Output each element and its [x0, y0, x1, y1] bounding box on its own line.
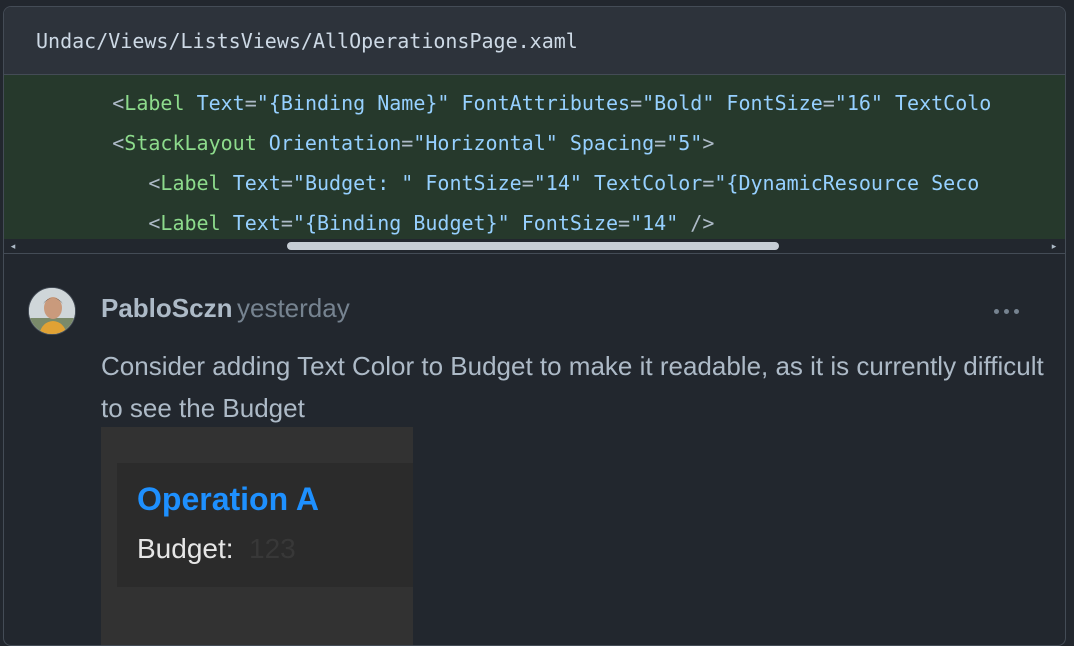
- kebab-horizontal-icon[interactable]: [986, 301, 1026, 321]
- budget-label: Budget:: [137, 533, 234, 564]
- avatar-image: [29, 288, 75, 334]
- code-attr-name: FontAttributes: [461, 91, 631, 115]
- comment-body: Consider adding Text Color to Budget to …: [101, 351, 1044, 423]
- code-tag: Label: [160, 171, 221, 195]
- comment-author[interactable]: PabloSczn: [101, 293, 232, 324]
- code-tag: Label: [160, 211, 221, 235]
- code-review-thread: Undac/Views/ListsViews/AllOperationsPage…: [3, 6, 1066, 646]
- code-punct: =: [521, 171, 534, 195]
- code-attr-value: "{Binding Name}": [256, 91, 450, 115]
- code-punct: <: [40, 211, 161, 235]
- operation-title: Operation A: [137, 481, 319, 517]
- code-attr-value: "14": [533, 171, 582, 195]
- code-snippet: <Label Text="{Binding Name}" FontAttribu…: [4, 75, 1065, 239]
- code-attr-name: Text: [196, 91, 245, 115]
- file-header: Undac/Views/ListsViews/AllOperationsPage…: [4, 7, 1065, 75]
- code-attr-name: FontSize: [425, 171, 522, 195]
- code-attr-name: TextColo: [895, 91, 992, 115]
- budget-value: 123: [249, 533, 296, 564]
- code-punct: <: [40, 171, 161, 195]
- horizontal-scrollbar[interactable]: ◂ ▸: [4, 239, 1065, 253]
- code-attr-value: "{DynamicResource Seco: [714, 171, 980, 195]
- code-attr-name: FontSize: [521, 211, 619, 235]
- code-attr-name: Orientation: [268, 131, 402, 155]
- file-path[interactable]: Undac/Views/ListsViews/AllOperationsPage…: [36, 29, 578, 53]
- code-punct: =: [280, 211, 293, 235]
- code-punct: <: [40, 131, 125, 155]
- code-attr-value: "5": [666, 131, 703, 155]
- scroll-left-arrow-icon[interactable]: ◂: [8, 241, 18, 251]
- code-attr-name: Text: [232, 171, 281, 195]
- code-attr-value: "Bold": [642, 91, 715, 115]
- code-attr-value: "Budget: ": [292, 171, 414, 195]
- code-tag: Label: [124, 91, 185, 115]
- code-punct: =: [280, 171, 293, 195]
- code-attr-name: TextColor: [593, 171, 703, 195]
- scrollbar-thumb[interactable]: [287, 242, 779, 250]
- code-punct: =: [702, 171, 715, 195]
- code-attr-value: "16": [834, 91, 883, 115]
- comment-timestamp[interactable]: yesterday: [237, 293, 350, 324]
- code-line: <StackLayout Orientation="Horizontal" Sp…: [40, 123, 714, 163]
- code-punct: =: [822, 91, 835, 115]
- code-attr-name: FontSize: [726, 91, 823, 115]
- avatar[interactable]: [28, 287, 76, 335]
- code-punct: =: [630, 91, 643, 115]
- code-line: <Label Text="Budget: " FontSize="14" Tex…: [40, 163, 979, 203]
- code-punct: =: [244, 91, 257, 115]
- code-line: <Label Text="{Binding Name}" FontAttribu…: [40, 83, 991, 123]
- code-line: <Label Text="{Binding Budget}" FontSize=…: [40, 203, 714, 239]
- code-attr-name: Spacing: [569, 131, 655, 155]
- attached-screenshot[interactable]: Operation A Budget: 123: [101, 427, 413, 645]
- code-punct: =: [618, 211, 631, 235]
- code-attr-value: "14": [630, 211, 679, 235]
- more-dot: [1013, 308, 1019, 314]
- code-close: />: [678, 211, 715, 235]
- code-punct: <: [40, 91, 125, 115]
- more-dot: [993, 308, 999, 314]
- code-attr-value: "{Binding Budget}": [292, 211, 510, 235]
- code-close: >: [702, 131, 715, 155]
- code-tag: StackLayout: [124, 131, 257, 155]
- divider: [4, 253, 1065, 254]
- more-dot: [1003, 308, 1009, 314]
- code-punct: =: [401, 131, 414, 155]
- operation-card: Operation A Budget: 123: [117, 463, 413, 587]
- code-attr-name: Text: [232, 211, 281, 235]
- scroll-right-arrow-icon[interactable]: ▸: [1049, 241, 1059, 251]
- code-attr-value: "Horizontal": [413, 131, 558, 155]
- code-punct: =: [654, 131, 667, 155]
